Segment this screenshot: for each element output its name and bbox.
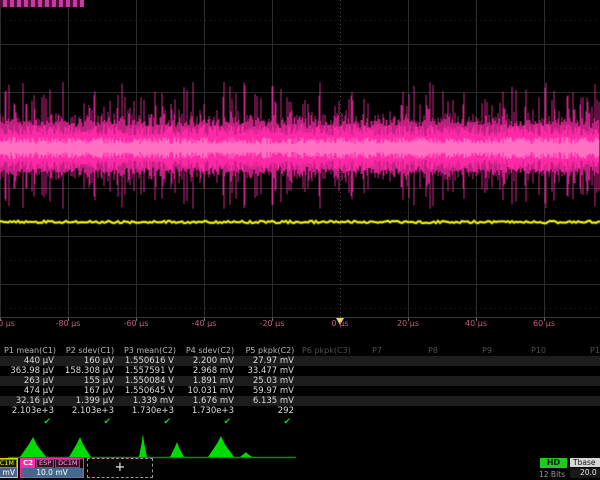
measurement-value: 1.891 mV — [180, 376, 240, 386]
measurement-value: 474 µV — [0, 386, 60, 396]
measurement-value: 1.730e+3 — [120, 406, 180, 416]
time-axis-label: 60 µs — [533, 319, 555, 328]
measurement-value: 1.676 mV — [180, 396, 240, 406]
measurement-value: 2.103e+3 — [0, 406, 60, 416]
timebase-descriptor[interactable]: Tbase 20.0 — [570, 458, 600, 478]
table-row: 263 µV155 µV1.550084 V1.891 mV25.03 mV — [0, 376, 300, 386]
measurement-value: 32.16 µV — [0, 396, 60, 406]
add-trace-button[interactable]: + — [87, 458, 153, 478]
measurement-value: 1.550616 V — [120, 356, 180, 366]
timebase-value: 20.0 — [570, 468, 600, 478]
measurement-value: 160 µV — [60, 356, 120, 366]
waveform-traces — [0, 82, 600, 223]
measurement-value: 25.03 mV — [240, 376, 300, 386]
table-row: 474 µV167 µV1.550645 V10.031 mV59.97 mV — [0, 386, 300, 396]
unused-parameter-header[interactable]: P7 — [372, 345, 382, 356]
measurement-value: 263 µV — [0, 376, 60, 386]
time-axis-label: 0 µs — [332, 319, 349, 328]
unused-parameter-header[interactable]: P11 — [590, 345, 600, 356]
c2-volts-per-div: 10.0 mV — [21, 468, 83, 477]
time-axis-label: -80 µs — [56, 319, 81, 328]
histicon-peak — [240, 452, 252, 457]
measurement-value: 2.103e+3 — [60, 406, 120, 416]
unused-parameter-header[interactable]: P6 pkpk(C3) — [302, 345, 351, 356]
hd-mode-badge[interactable]: HD — [540, 458, 567, 468]
c1-coupling-badge: DC1M — [0, 459, 17, 468]
oscilloscope-screen: -100 µs -80 µs -60 µs -40 µs -20 µs 0 µs 20 µs… — [0, 0, 600, 480]
histicon-peak — [69, 437, 91, 457]
c2-coupling-badge: DC1M — [55, 459, 80, 468]
resolution-bits-label: 12 Bits — [539, 470, 565, 479]
measurement-value: 59.97 mV — [240, 386, 300, 396]
time-axis-label: 40 µs — [465, 319, 487, 328]
table-row: 32.16 µV1.399 µV1.339 mV1.676 mV6.135 mV — [0, 396, 300, 406]
measurement-value: 1.339 mV — [120, 396, 180, 406]
timebase-title: Tbase — [570, 458, 600, 467]
channel-descriptor-strip: DC1M 0 mV C2 ESP DC1M 10.0 mV + — [0, 458, 600, 480]
time-axis-label: -60 µs — [124, 319, 149, 328]
time-axis-label: -40 µs — [192, 319, 217, 328]
channel-c1-descriptor[interactable]: DC1M 0 mV — [0, 458, 18, 478]
measurement-value: 158.308 µV — [60, 366, 120, 376]
c2-label-badge: C2 — [21, 459, 35, 468]
measurement-table: P1 mean(C1)P2 sdev(C1)P3 mean(C2)P4 sdev… — [0, 345, 300, 429]
measurement-value: 6.135 mV — [240, 396, 300, 406]
measurement-value: 1.550084 V — [120, 376, 180, 386]
status-check-icon: ✔ — [180, 416, 240, 429]
parameter-histicons — [8, 434, 296, 458]
measurement-value: 167 µV — [60, 386, 120, 396]
measurement-value: 440 µV — [0, 356, 60, 366]
time-axis-label: 20 µs — [397, 319, 419, 328]
c2-badge-row: C2 ESP DC1M — [21, 459, 83, 468]
measurement-value: 2.200 mV — [180, 356, 240, 366]
measurement-value: 1.730e+3 — [180, 406, 240, 416]
measurement-value: 1.557591 V — [120, 366, 180, 376]
status-check-icon: ✔ — [240, 416, 300, 429]
measurement-value: 10.031 mV — [180, 386, 240, 396]
measurement-value: 363.98 µV — [0, 366, 60, 376]
measurement-value: 27.97 mV — [240, 356, 300, 366]
measurement-value: 1.399 µV — [60, 396, 120, 406]
plus-icon: + — [115, 460, 126, 475]
status-check-icon: ✔ — [120, 416, 180, 429]
measurement-value: 2.968 mV — [180, 366, 240, 376]
status-check-icon: ✔ — [60, 416, 120, 429]
measurement-value: 33.477 mV — [240, 366, 300, 376]
time-axis-label: -100 µs — [0, 319, 15, 328]
histicon-peak — [208, 436, 234, 457]
channel-c2-descriptor[interactable]: C2 ESP DC1M 10.0 mV — [20, 458, 84, 478]
histicon-peak — [170, 442, 184, 457]
unused-parameter-header[interactable]: P9 — [482, 345, 492, 356]
measurement-value: 292 — [240, 406, 300, 416]
unused-parameter-header[interactable]: P10 — [531, 345, 546, 356]
time-axis-labels: -100 µs -80 µs -60 µs -40 µs -20 µs 0 µs 20 µs… — [0, 319, 600, 332]
time-axis-label: -20 µs — [260, 319, 285, 328]
histicon-peak — [20, 437, 46, 457]
unused-parameter-header[interactable]: P8 — [428, 345, 438, 356]
c1-volts-per-div: 0 mV — [0, 468, 17, 477]
measurement-value: 1.550645 V — [120, 386, 180, 396]
c1-badge-row: DC1M — [0, 459, 17, 468]
table-row: 2.103e+32.103e+31.730e+31.730e+3292 — [0, 406, 300, 416]
unused-parameter-headers: P6 pkpk(C3) P7 P8 P9 P10 P11 — [0, 345, 600, 356]
status-row: ✔✔✔✔✔ — [0, 416, 300, 429]
c2-esp-badge: ESP — [36, 459, 54, 468]
cropped-magenta-label — [0, 0, 84, 7]
table-row: 363.98 µV158.308 µV1.557591 V2.968 mV33.… — [0, 366, 300, 376]
measurement-value: 155 µV — [60, 376, 120, 386]
status-check-icon: ✔ — [0, 416, 60, 429]
histicon-peak — [139, 434, 147, 457]
table-row: 440 µV160 µV1.550616 V2.200 mV27.97 mV — [0, 356, 300, 366]
